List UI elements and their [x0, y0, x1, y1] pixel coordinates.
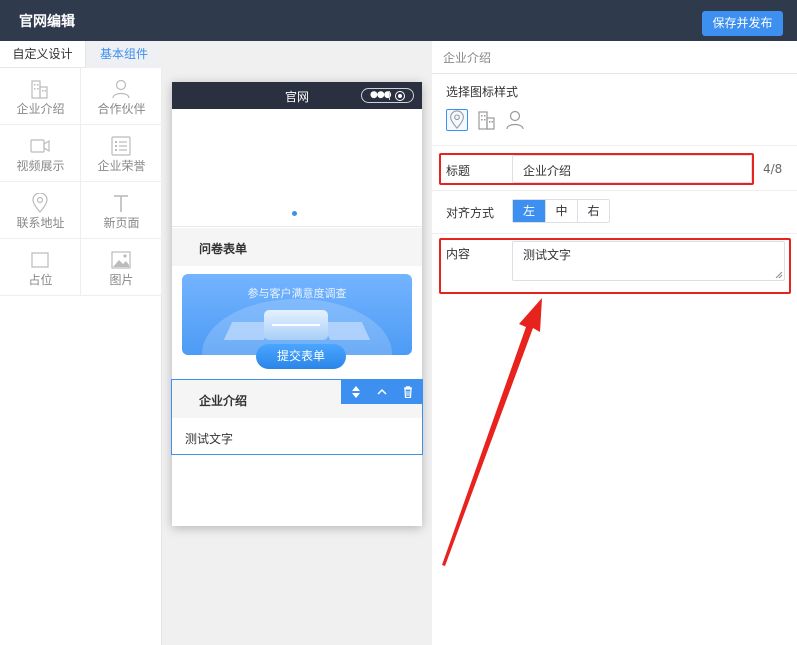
text-t-icon	[114, 195, 128, 212]
section-header-survey[interactable]: 问卷表单	[172, 228, 422, 266]
component-video[interactable]: 视频展示	[0, 125, 81, 182]
save-and-publish-button[interactable]: 保存并发布	[702, 11, 783, 36]
section-toolbar	[341, 380, 423, 404]
section-title: 问卷表单	[199, 242, 248, 256]
preview-canvas: 官网 ●●● 问卷表单 参与客户满意度调查 提交表单 企业介绍 测试文字	[162, 41, 432, 645]
component-panel: 自定义设计 基本组件 企业介绍 合作伙伴 视频展示 企业荣誉 联系地址 新页面	[0, 41, 162, 645]
component-label: 占位	[28, 273, 53, 287]
component-placeholder[interactable]: 占位	[0, 239, 81, 296]
image-icon	[111, 251, 131, 269]
video-icon	[30, 139, 50, 153]
chevron-up-icon[interactable]	[369, 380, 395, 404]
survey-banner-text: 参与客户满意度调查	[247, 287, 347, 300]
component-label: 企业荣誉	[97, 159, 146, 173]
annotation-arrow	[442, 298, 542, 566]
building-icon	[31, 80, 48, 99]
component-partners[interactable]: 合作伙伴	[81, 68, 162, 125]
section-content: 测试文字	[185, 432, 234, 446]
placeholder-square-icon	[31, 252, 49, 268]
component-label: 视频展示	[16, 159, 65, 173]
component-image[interactable]: 图片	[81, 239, 162, 296]
component-label: 联系地址	[16, 216, 65, 230]
survey-banner[interactable]: 参与客户满意度调查	[182, 274, 412, 355]
survey-illustration	[264, 310, 328, 340]
location-pin-icon	[32, 193, 48, 213]
phone-header: 官网 ●●●	[172, 82, 422, 109]
target-icon	[395, 91, 405, 101]
section-company-intro-selected[interactable]: 企业介绍 测试文字	[171, 379, 423, 455]
component-new-page[interactable]: 新页面	[81, 182, 162, 239]
top-bar: 官网编辑 保存并发布	[0, 0, 797, 41]
component-honors[interactable]: 企业荣誉	[81, 125, 162, 182]
component-company-intro[interactable]: 企业介绍	[0, 68, 81, 125]
component-label: 图片	[109, 273, 134, 287]
component-label: 企业介绍	[16, 102, 65, 116]
submit-form-button[interactable]: 提交表单	[256, 344, 346, 369]
banner-carousel[interactable]	[172, 109, 422, 227]
list-icon	[111, 136, 131, 156]
component-tabs: 自定义设计 基本组件	[0, 41, 162, 68]
tab-custom-design[interactable]: 自定义设计	[0, 41, 86, 68]
trash-icon[interactable]	[395, 380, 421, 404]
section-title: 企业介绍	[199, 394, 248, 408]
component-address[interactable]: 联系地址	[0, 182, 81, 239]
component-label: 合作伙伴	[97, 102, 146, 116]
settings-panel: 企业介绍 选择图标样式 标题 企业介绍 4/8 对齐方式 左 中 右 内容 测试…	[432, 41, 797, 645]
miniapp-capsule: ●●●	[361, 88, 414, 103]
app-title: 官网编辑	[19, 14, 75, 30]
component-label: 新页面	[103, 216, 140, 230]
more-dots-icon: ●●●	[370, 90, 392, 100]
phone-preview: 官网 ●●● 问卷表单 参与客户满意度调查 提交表单 企业介绍 测试文字	[171, 82, 423, 526]
tab-basic-components[interactable]: 基本组件	[86, 41, 162, 68]
carousel-indicator	[292, 211, 297, 216]
person-icon	[112, 79, 130, 99]
move-updown-icon[interactable]	[343, 380, 369, 404]
